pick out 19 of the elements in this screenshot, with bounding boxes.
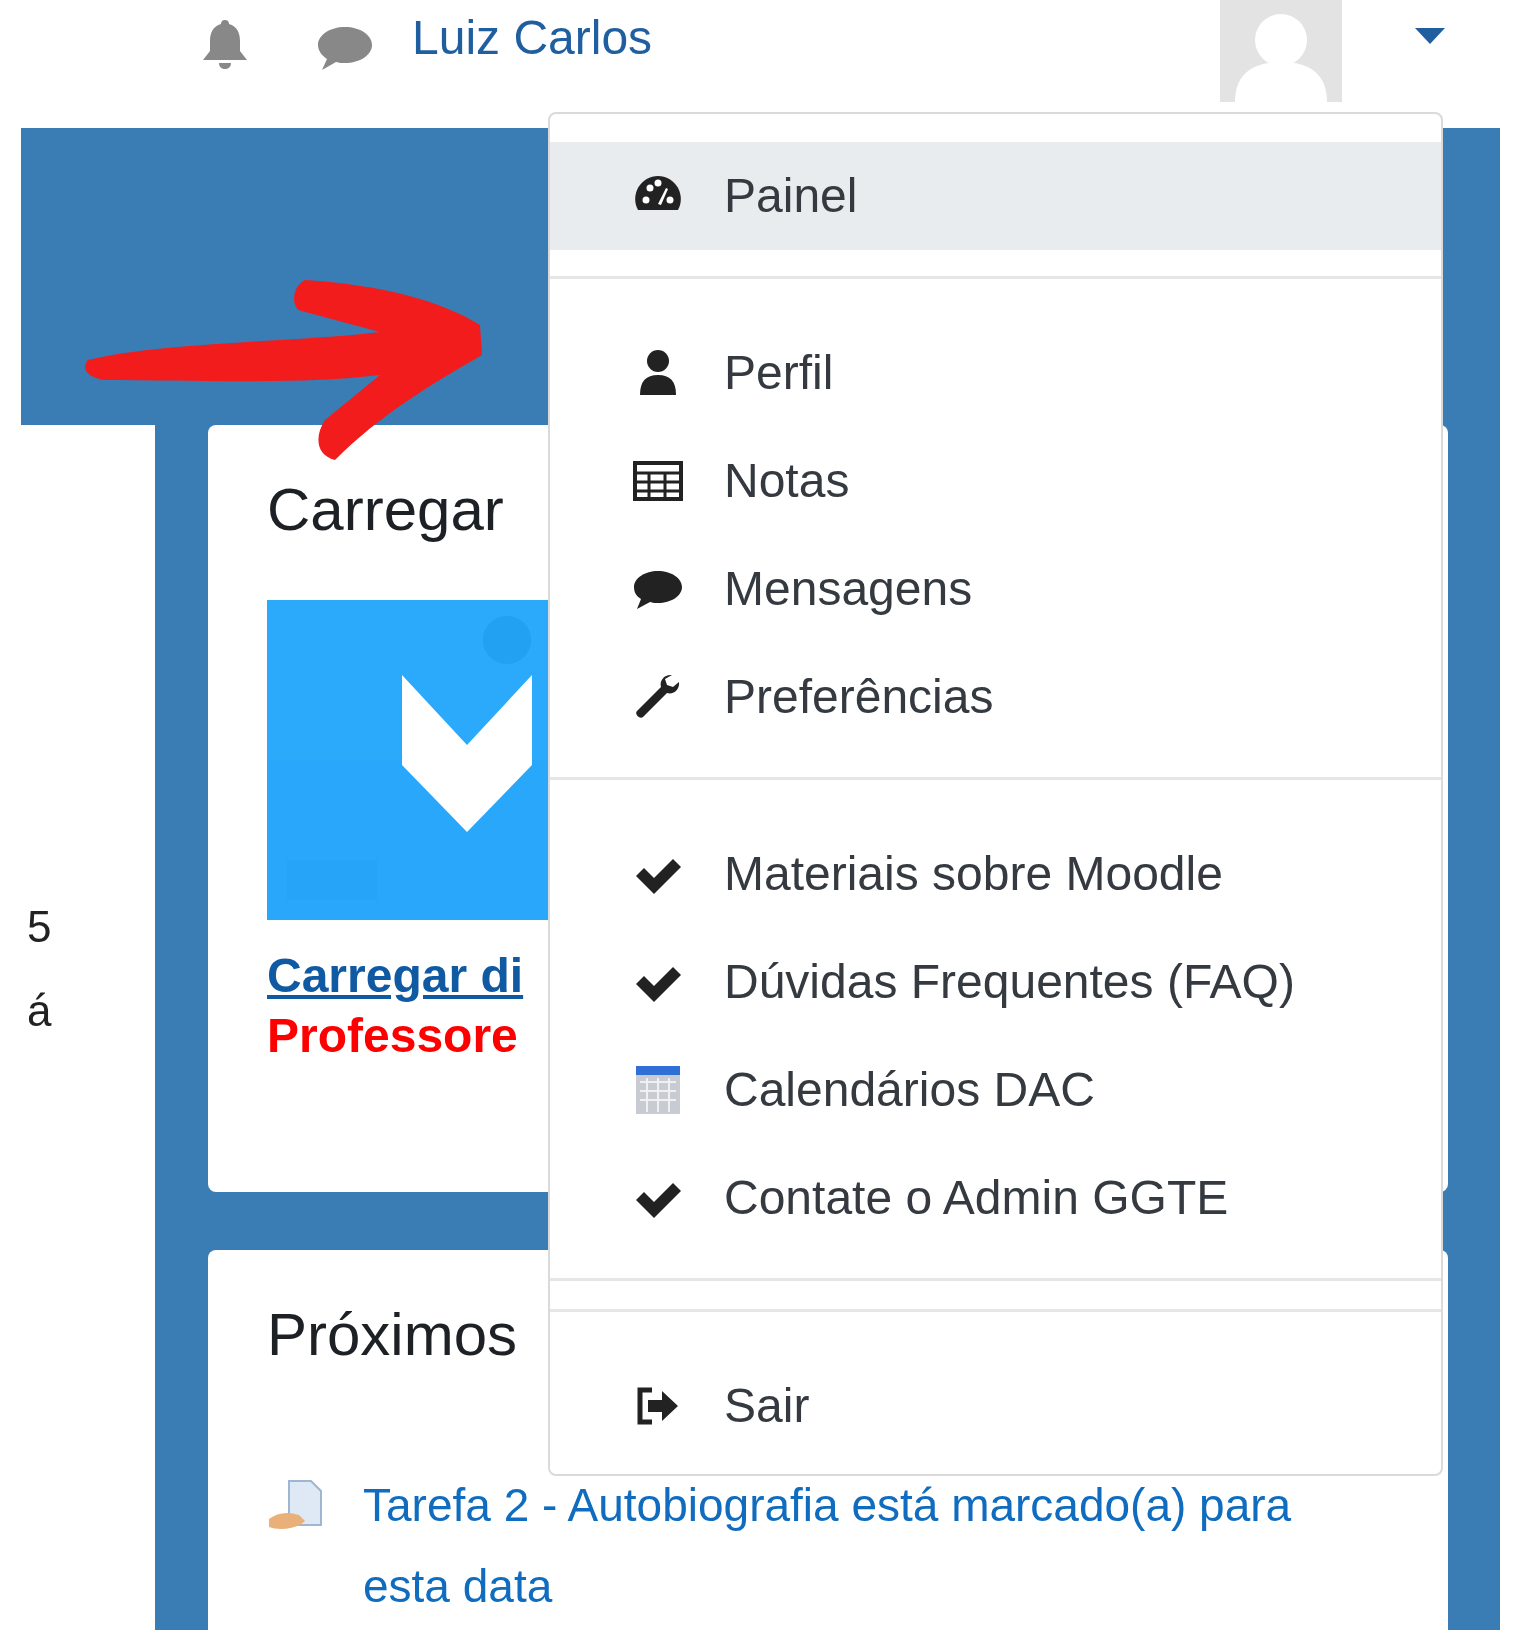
user-name-link[interactable]: Luiz Carlos (412, 14, 653, 62)
card-link[interactable]: Carregar di (267, 945, 524, 1008)
caret-icon[interactable] (1415, 28, 1445, 44)
card-title: Próximos (267, 1305, 518, 1365)
menu-item[interactable]: Sair (550, 1352, 1441, 1460)
menu-item[interactable]: Dúvidas Frequentes (FAQ) (550, 928, 1441, 1036)
menu-item[interactable]: Painel (550, 142, 1441, 250)
menu-item[interactable]: Materiais sobre Moodle (550, 820, 1441, 928)
card-note: Professore (267, 1008, 518, 1065)
card-title: Carregar (267, 480, 504, 540)
panel-text: á (27, 984, 52, 1037)
menu-item[interactable]: Perfil (550, 319, 1441, 427)
message-bubble-icon[interactable] (316, 25, 374, 71)
menu-item[interactable]: Contate o Admin GGTE (550, 1144, 1441, 1252)
panel-text: 5 (27, 901, 52, 953)
menu-item[interactable]: Preferências (550, 643, 1441, 751)
menu-item[interactable]: Calendários DAC (550, 1036, 1441, 1144)
menu-item[interactable]: Mensagens (550, 535, 1441, 643)
menu-item[interactable]: Notas (550, 427, 1441, 535)
